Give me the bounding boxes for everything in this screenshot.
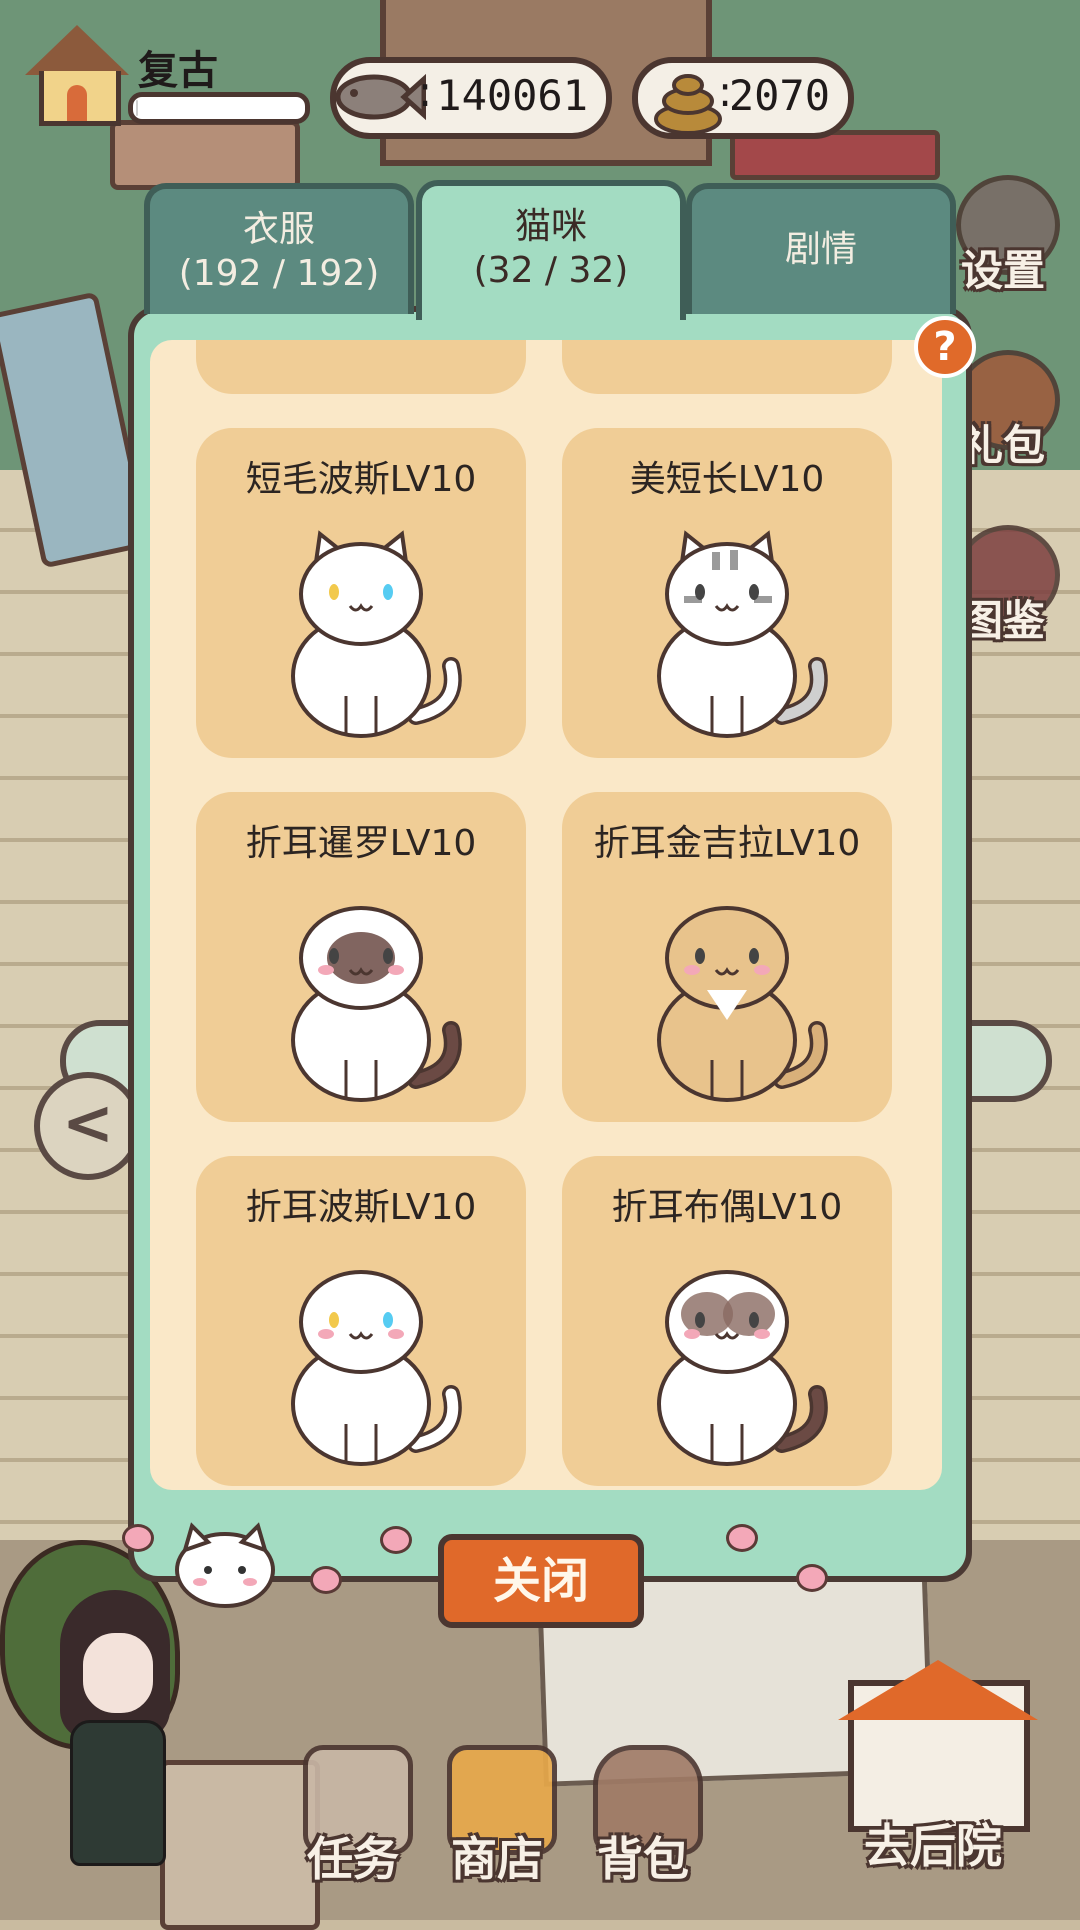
paw-decoration [786, 1548, 830, 1592]
cat-card-name: 折耳布偶LV10 [611, 1187, 843, 1228]
settings-button[interactable]: 设置 [948, 175, 1060, 295]
cat-card-partial[interactable] [562, 340, 892, 394]
fish-icon [335, 73, 426, 121]
fish-currency[interactable]: : 140061 [330, 57, 612, 139]
paw-decoration [300, 1550, 344, 1594]
back-button[interactable]: < [34, 1072, 142, 1180]
cat-card-name: 折耳暹罗LV10 [245, 823, 477, 864]
tab-story-label: 剧情 [784, 229, 857, 270]
tab-clothes-label: 衣服 [242, 209, 315, 250]
cat-illustration [291, 1270, 462, 1466]
shop-owner-character[interactable] [40, 1580, 190, 1880]
fish-count: 140061 [436, 71, 588, 120]
backpack-label: 背包 [597, 1832, 689, 1886]
poop-count: 2070 [728, 71, 830, 120]
right-panel-stub [960, 1020, 1052, 1102]
tab-clothes[interactable]: 衣服 (192 / 192) [144, 183, 414, 314]
poop-currency[interactable]: : 2070 [632, 57, 854, 139]
chevron-left-icon: < [62, 1086, 114, 1159]
paw-decoration [112, 1508, 156, 1552]
cat-card-name: 短毛波斯LV10 [245, 459, 477, 500]
player-name: 复古 [138, 48, 218, 94]
paw-decoration [716, 1508, 760, 1552]
shop-label: 商店 [451, 1832, 543, 1886]
cat-card-name: 折耳金吉拉LV10 [593, 823, 861, 864]
backyard-label: 去后院 [864, 1819, 1002, 1873]
player-exp-bar [128, 92, 310, 124]
cat-card[interactable]: 折耳暹罗LV10 [196, 792, 526, 1122]
cat-illustration [657, 906, 828, 1102]
paw-decoration [370, 1510, 414, 1554]
home-icon[interactable] [25, 25, 129, 126]
tab-story[interactable]: 剧情 [686, 183, 956, 314]
cat-card-name: 美短长LV10 [629, 459, 825, 500]
cat-card[interactable]: 折耳金吉拉LV10 [562, 792, 892, 1122]
backpack-button[interactable]: 背包 [578, 1745, 708, 1905]
cat-card-grid[interactable]: 短毛波斯LV10 美短长LV10 折耳暹罗LV10 折耳金吉拉LV10 折耳波斯… [150, 340, 942, 1490]
background-shelf [110, 120, 300, 190]
tab-cats[interactable]: 猫咪 (32 / 32) [416, 180, 686, 320]
backyard-button[interactable]: 去后院 [808, 1660, 1058, 1890]
cat-card[interactable]: 折耳波斯LV10 [196, 1156, 526, 1486]
cat-illustration [657, 530, 828, 738]
shop-button[interactable]: 商店 [432, 1745, 562, 1905]
cat-illustration [657, 1270, 828, 1466]
cat-card[interactable]: 折耳布偶LV10 [562, 1156, 892, 1486]
tab-cats-count: (32 / 32) [473, 250, 629, 291]
cat-card-name: 折耳波斯LV10 [245, 1187, 477, 1228]
settings-label: 设置 [960, 246, 1045, 295]
cat-card-partial[interactable] [196, 340, 526, 394]
tab-clothes-count: (192 / 192) [178, 253, 380, 294]
task-button[interactable]: 任务 [288, 1745, 418, 1905]
help-button[interactable]: ? [914, 316, 976, 378]
cat-illustration [291, 530, 462, 738]
task-label: 任务 [307, 1832, 399, 1886]
cat-card[interactable]: 美短长LV10 [562, 428, 892, 758]
cat-illustration [291, 906, 462, 1102]
mini-cat-decoration [175, 1522, 275, 1608]
tab-cats-label: 猫咪 [514, 206, 587, 247]
cat-card[interactable]: 短毛波斯LV10 [196, 428, 526, 758]
poop-icon [654, 74, 722, 135]
close-button[interactable]: 关闭 [438, 1534, 644, 1628]
